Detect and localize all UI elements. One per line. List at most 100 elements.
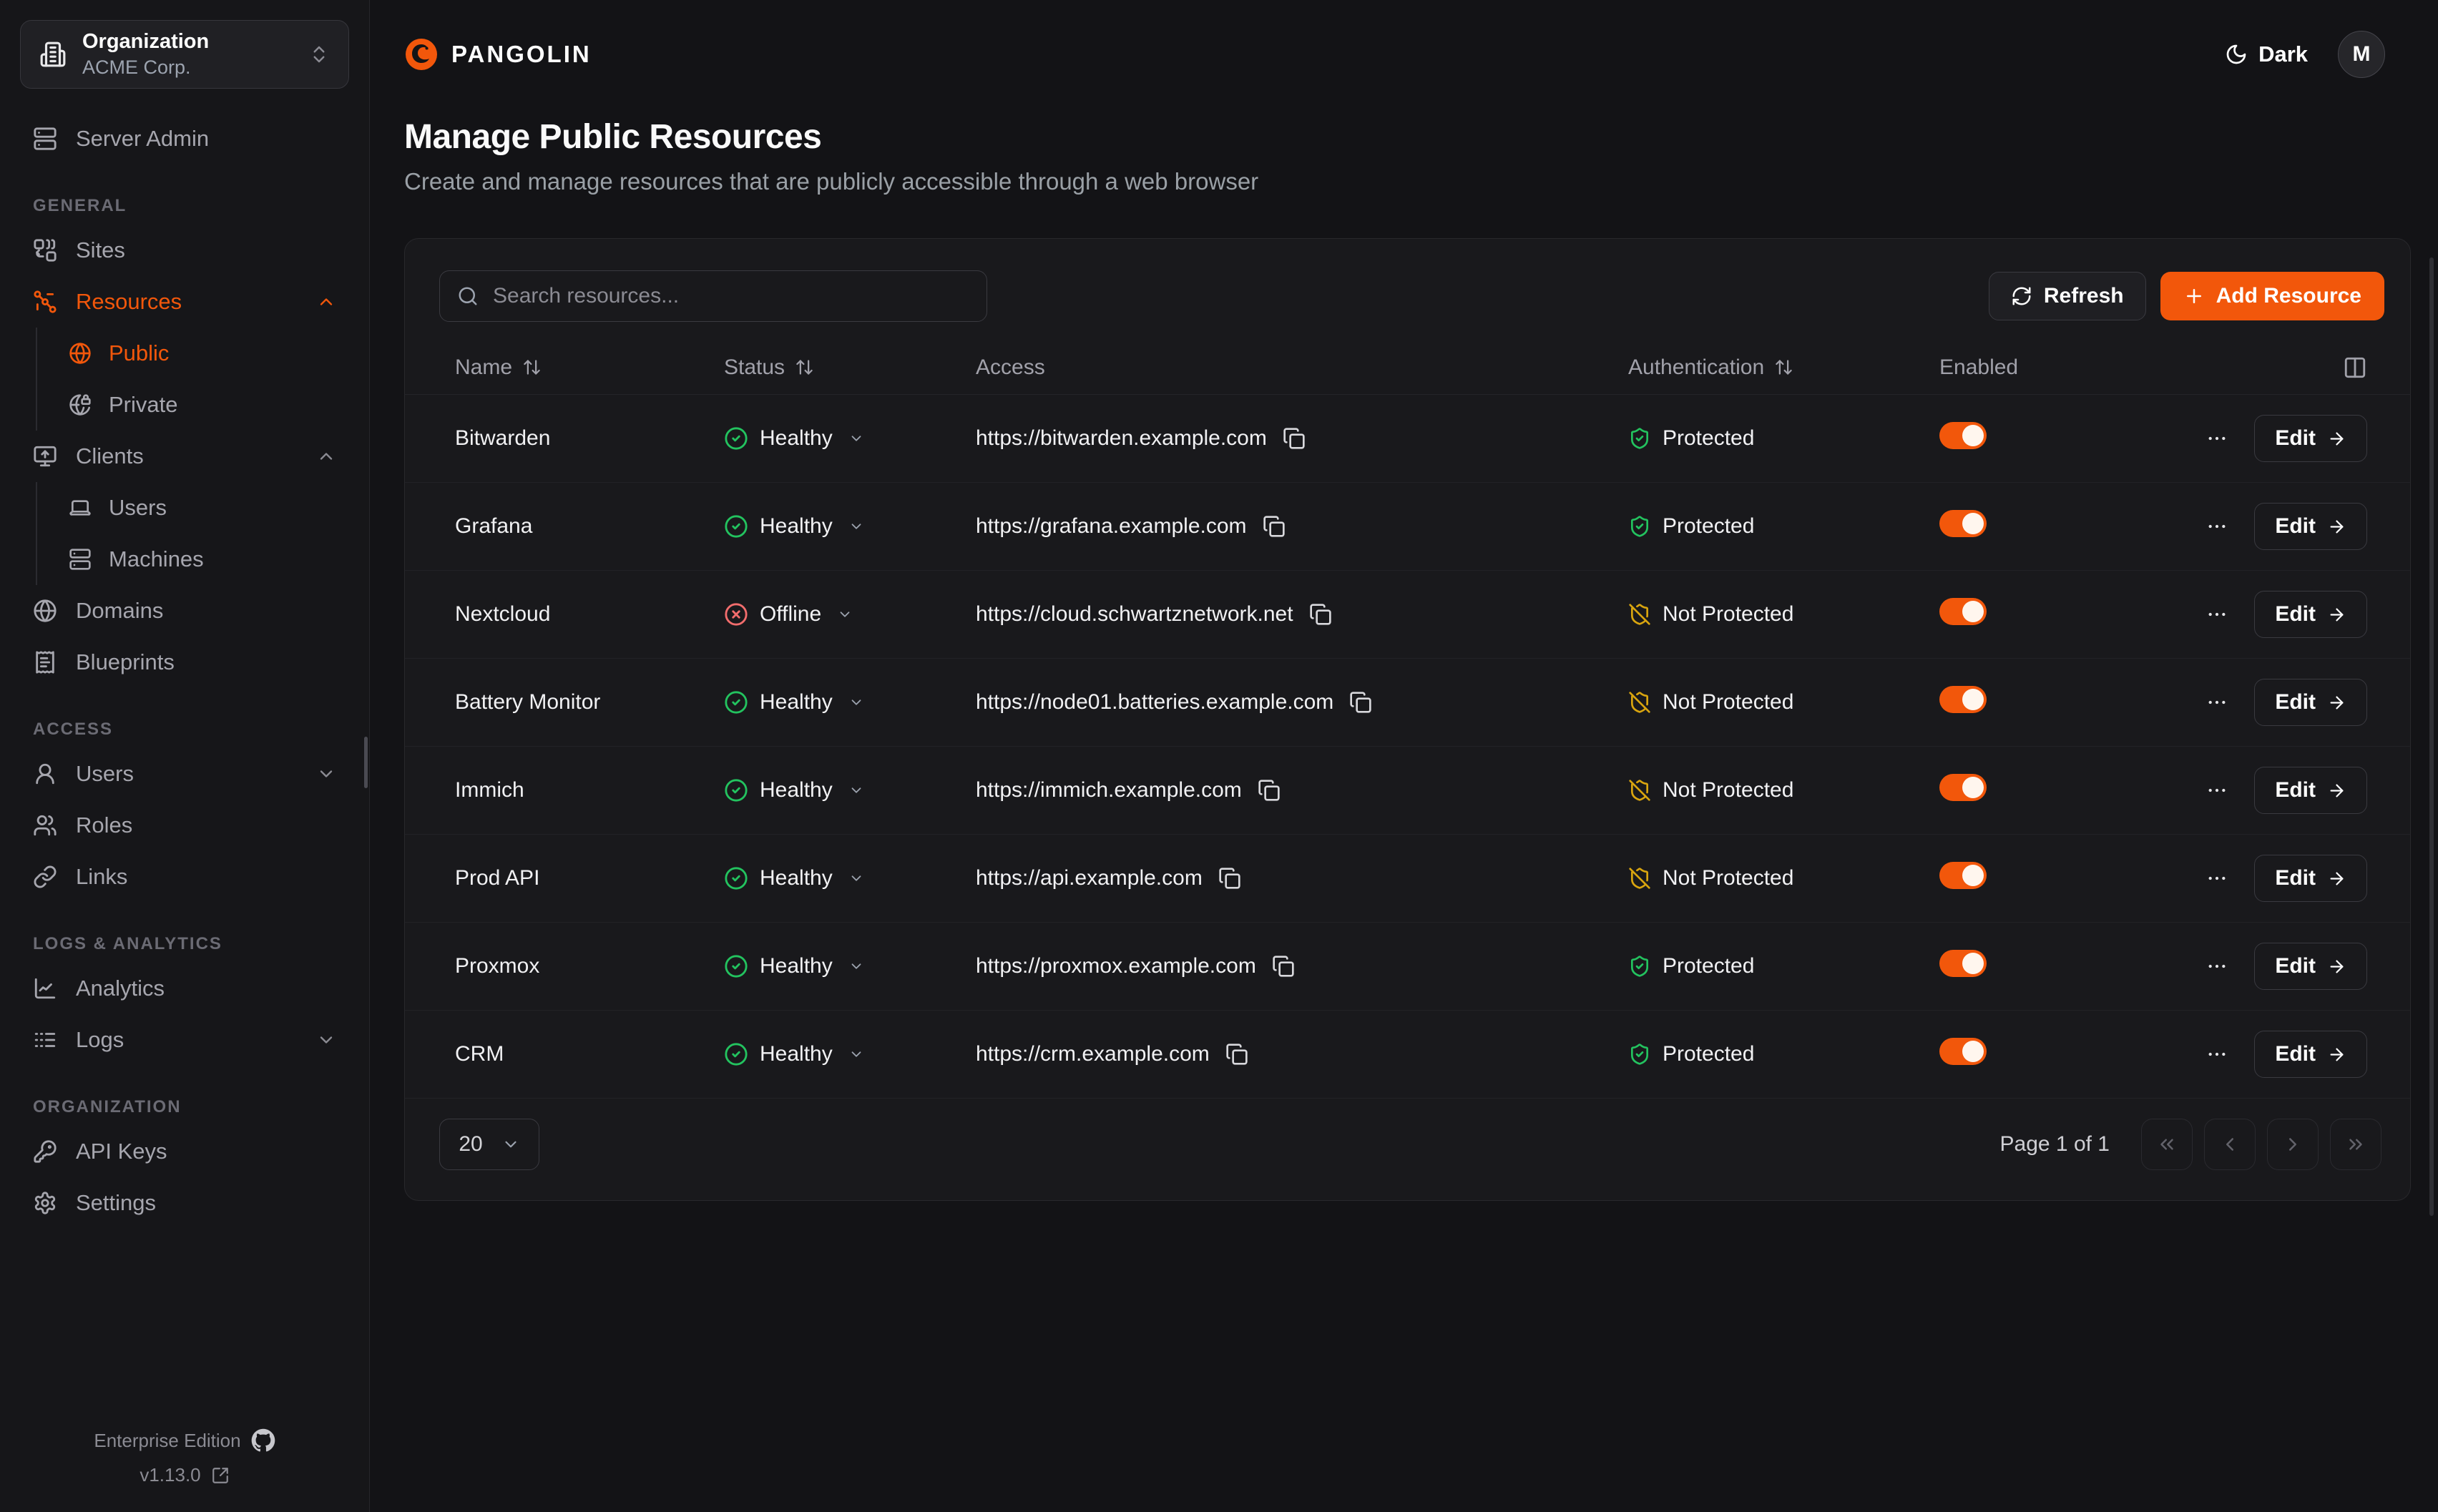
edit-button[interactable]: Edit [2254,679,2367,726]
sidebar-item-analytics[interactable]: Analytics [20,963,349,1014]
table-row: Immich Healthy https://immich.example.co… [405,747,2410,835]
enabled-toggle[interactable] [1939,510,1987,537]
github-icon[interactable] [251,1428,275,1453]
prev-page-button[interactable] [2204,1119,2256,1170]
columns-toggle-icon[interactable] [2343,355,2367,380]
row-menu-button[interactable] [2206,691,2228,714]
row-menu-button[interactable] [2206,603,2228,626]
enabled-toggle[interactable] [1939,598,1987,625]
row-menu-button[interactable] [2206,867,2228,890]
chevron-down-icon[interactable] [837,607,853,622]
org-selector[interactable]: Organization ACME Corp. [20,20,349,89]
next-page-button[interactable] [2267,1119,2319,1170]
row-menu-button[interactable] [2206,1043,2228,1066]
edit-button[interactable]: Edit [2254,591,2367,638]
main-scrollbar[interactable] [2429,257,2434,1216]
edit-button[interactable]: Edit [2254,855,2367,902]
sidebar-item-server-admin[interactable]: Server Admin [20,113,349,165]
edit-button[interactable]: Edit [2254,503,2367,550]
edit-button[interactable]: Edit [2254,415,2367,462]
logs-icon [33,1028,57,1052]
edit-button[interactable]: Edit [2254,1031,2367,1078]
sidebar-scrollbar[interactable] [364,737,368,788]
copy-url-button[interactable] [1218,867,1241,890]
shield-check-icon [1628,1043,1651,1066]
enabled-toggle[interactable] [1939,686,1987,713]
sidebar-item-users[interactable]: Users [20,748,349,800]
chevron-down-icon[interactable] [848,958,864,974]
copy-url-button[interactable] [1309,603,1332,626]
column-header-authentication: Authentication [1628,355,1939,380]
sidebar-item-client-users[interactable]: Users [56,482,349,534]
org-label: Organization [82,30,209,54]
copy-url-button[interactable] [1225,1043,1248,1066]
edit-button[interactable]: Edit [2254,767,2367,814]
sidebar-item-settings[interactable]: Settings [20,1177,349,1229]
sidebar-item-public[interactable]: Public [56,328,349,379]
enabled-toggle[interactable] [1939,950,1987,977]
chevron-down-icon [501,1135,520,1154]
sort-icon[interactable] [1774,358,1793,377]
chevron-down-icon[interactable] [848,1046,864,1062]
page-size-select[interactable]: 20 [439,1119,539,1170]
theme-toggle[interactable]: Dark [2225,41,2308,67]
avatar[interactable]: M [2338,31,2385,78]
resource-status: Healthy [724,866,976,890]
resources-card: Refresh Add Resource Name Status Access [404,238,2411,1201]
chevron-down-icon[interactable] [848,431,864,446]
server-icon [69,548,92,571]
row-menu-button[interactable] [2206,779,2228,802]
sidebar-item-label: Analytics [76,976,165,1001]
auth-label: Not Protected [1663,602,1793,627]
sidebar-item-domains[interactable]: Domains [20,585,349,637]
resource-enabled [1939,686,2168,719]
brand[interactable]: PANGOLIN [404,37,592,72]
status-label: Healthy [760,866,833,890]
resource-status: Healthy [724,1042,976,1066]
sidebar-item-roles[interactable]: Roles [20,800,349,851]
copy-url-button[interactable] [1283,427,1306,450]
enabled-toggle[interactable] [1939,422,1987,449]
waypoints-icon [33,290,57,314]
edit-button[interactable]: Edit [2254,943,2367,990]
sort-icon[interactable] [795,358,814,377]
row-menu-button[interactable] [2206,427,2228,450]
sidebar-item-logs[interactable]: Logs [20,1014,349,1066]
chevron-down-icon[interactable] [848,782,864,798]
sidebar-item-private[interactable]: Private [56,379,349,431]
sidebar-item-sites[interactable]: Sites [20,225,349,276]
last-page-button[interactable] [2330,1119,2381,1170]
sidebar-item-clients[interactable]: Clients [20,431,349,482]
chevron-down-icon[interactable] [848,870,864,886]
sidebar-item-machines[interactable]: Machines [56,534,349,585]
resource-enabled [1939,598,2168,631]
copy-url-button[interactable] [1272,955,1295,978]
first-page-button[interactable] [2141,1119,2193,1170]
enabled-toggle[interactable] [1939,862,1987,889]
chevron-left-icon [2219,1134,2241,1155]
add-resource-button[interactable]: Add Resource [2160,272,2384,320]
copy-url-button[interactable] [1263,515,1286,538]
circle-check-icon [724,866,748,890]
chevron-down-icon[interactable] [848,694,864,710]
column-header-status: Status [724,355,976,380]
shield-off-icon [1628,779,1651,802]
chevron-up-icon [316,292,336,312]
copy-icon [1258,779,1281,802]
sidebar-item-links[interactable]: Links [20,851,349,903]
copy-url-button[interactable] [1258,779,1281,802]
row-menu-button[interactable] [2206,515,2228,538]
sidebar-item-blueprints[interactable]: Blueprints [20,637,349,688]
enabled-toggle[interactable] [1939,774,1987,801]
sidebar-item-resources[interactable]: Resources [20,276,349,328]
sort-icon[interactable] [522,358,542,377]
refresh-label: Refresh [2044,284,2124,308]
chevron-down-icon[interactable] [848,519,864,534]
row-menu-button[interactable] [2206,955,2228,978]
enabled-toggle[interactable] [1939,1038,1987,1065]
search-input[interactable] [493,284,969,308]
refresh-button[interactable]: Refresh [1989,272,2146,320]
copy-url-button[interactable] [1349,691,1372,714]
sidebar-item-api-keys[interactable]: API Keys [20,1126,349,1177]
external-link-icon[interactable] [211,1466,230,1485]
